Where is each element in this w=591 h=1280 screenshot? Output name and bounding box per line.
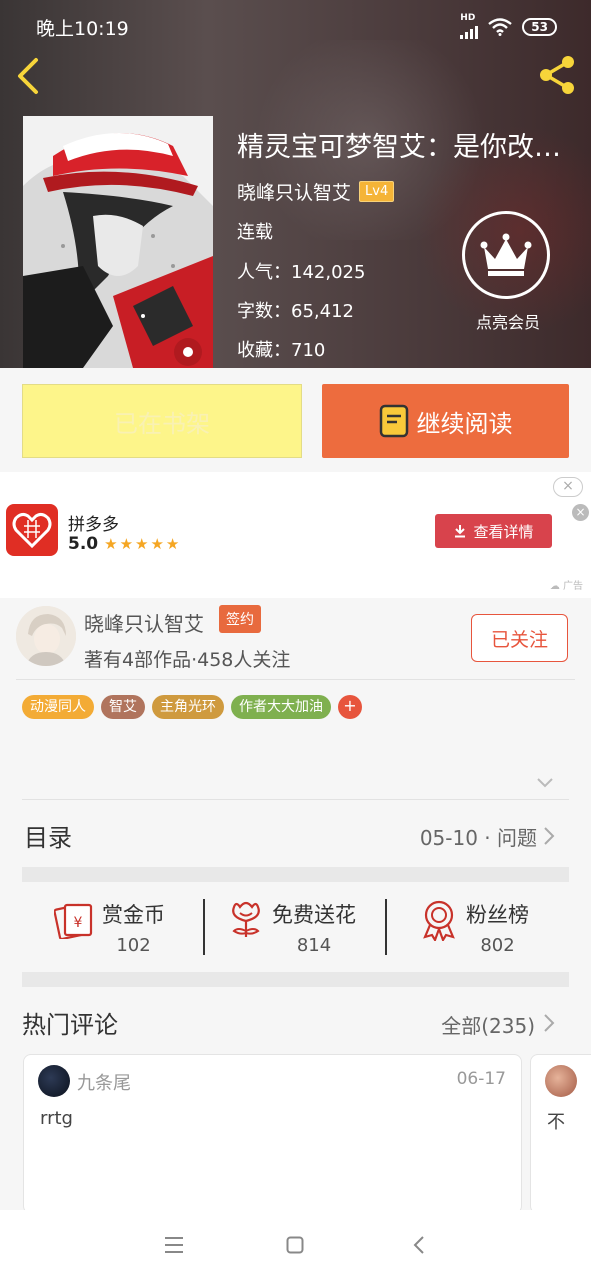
tag-item[interactable]: 作者大大加油 (231, 695, 331, 719)
vip-button[interactable]: 点亮会员 (462, 211, 554, 333)
signed-badge: 签约 (219, 605, 261, 633)
coin-envelope-icon: ¥ (54, 903, 93, 939)
follow-button[interactable]: 已关注 (471, 614, 568, 662)
network-type: HD (460, 13, 476, 23)
system-nav-bar (0, 1210, 591, 1280)
ad-rating: 5.0 ★★★★★ (68, 534, 182, 554)
section-divider (22, 972, 569, 987)
share-icon[interactable] (537, 54, 579, 96)
action-bar: 已在书架 继续阅读 (0, 368, 591, 472)
free-flowers-button[interactable]: 免费送花 814 (228, 899, 356, 956)
wifi-icon (488, 17, 513, 36)
hot-comments-title: 热门评论 (22, 1011, 118, 1039)
download-icon (455, 525, 466, 538)
continue-reading-label: 继续阅读 (416, 409, 513, 438)
continue-reading-button[interactable]: 继续阅读 (322, 384, 569, 458)
book-author[interactable]: 晓峰只认智艾 (237, 178, 351, 205)
stat-label: 赏金币 (102, 903, 165, 927)
tag-item[interactable]: 动漫同人 (22, 695, 94, 719)
star-rating-icon: ★★★★★ (104, 535, 182, 553)
book-header: 晚上10:19 HD 53 精灵宝可梦智艾：是你改变 晓峰只认智艾 Lv4 连载… (0, 0, 591, 368)
section-divider (22, 867, 569, 882)
book-icon (379, 404, 408, 438)
status-bar: 晚上10:19 HD 53 (0, 0, 591, 50)
stat-value: 814 (296, 935, 332, 956)
fan-ranking-button[interactable]: 粉丝榜 802 (420, 899, 529, 956)
ad-details-button[interactable]: 查看详情 (435, 514, 552, 548)
ad-tag: ☁ 广告 (549, 581, 583, 592)
author-level-badge: Lv4 (359, 181, 395, 202)
author-card: 晓峰只认智艾 签约 著有4部作品·458人关注 已关注 (0, 598, 591, 680)
author-stats: 著有4部作品·458人关注 (84, 649, 291, 671)
back-nav-icon[interactable] (412, 1235, 426, 1255)
stat-label: 粉丝榜 (466, 903, 529, 927)
status-icons: HD 53 (460, 14, 557, 39)
all-comments-link[interactable]: 全部(235) (441, 1010, 535, 1039)
catalog-row[interactable]: 目录 05-10 · 问题 (22, 799, 569, 867)
divider (16, 679, 575, 680)
commenter-avatar[interactable] (545, 1065, 577, 1097)
stat-label: 免费送花 (272, 903, 356, 927)
book-words: 字数：65,412 (237, 301, 354, 322)
battery-indicator: 53 (522, 17, 557, 36)
tag-item[interactable]: 主角光环 (152, 695, 224, 719)
book-popularity: 人气：142,025 (237, 262, 366, 283)
comment-card[interactable]: 九条尾 06-17 rrtg (23, 1054, 522, 1214)
tag-item[interactable]: 智艾 (101, 695, 145, 719)
home-icon[interactable] (286, 1236, 304, 1254)
ad-banner[interactable]: × 拼多多 5.0 ★★★★★ 查看详情 × ☁ 广告 (0, 472, 591, 598)
pinduoduo-logo-icon (6, 504, 58, 556)
menu-icon[interactable] (164, 1236, 184, 1254)
author-avatar[interactable] (16, 606, 76, 666)
commenter-name[interactable]: 九条尾 (77, 1069, 131, 1095)
ad-app-name: 拼多多 (68, 515, 119, 535)
author-name[interactable]: 晓峰只认智艾 (84, 608, 204, 637)
tag-list: 动漫同人 智艾 主角光环 作者大大加油 + (22, 695, 362, 719)
book-cover[interactable] (23, 116, 213, 368)
chevron-right-icon[interactable] (543, 1013, 555, 1033)
divider (203, 899, 205, 955)
chevron-right-icon (544, 827, 555, 845)
comment-text: 不 (547, 1112, 565, 1133)
catalog-title: 目录 (24, 824, 72, 852)
add-tag-button[interactable]: + (338, 695, 362, 719)
medal-icon (423, 900, 455, 941)
ad-collapse-button[interactable]: × (553, 477, 583, 497)
chevron-down-icon[interactable] (536, 777, 554, 789)
stat-value: 802 (480, 935, 515, 956)
book-favorites: 收藏：710 (237, 340, 326, 361)
on-shelf-label: 已在书架 (114, 409, 210, 438)
reward-coins-button[interactable]: ¥ 赏金币 102 (54, 899, 165, 956)
vip-label: 点亮会员 (475, 313, 540, 332)
book-title: 精灵宝可梦智艾：是你改变了我 (237, 132, 577, 163)
flower-icon (232, 901, 260, 937)
divider (385, 899, 387, 955)
status-time: 晚上10:19 (36, 18, 129, 40)
comment-text: rrtg (40, 1108, 73, 1129)
book-state: 连载 (237, 222, 273, 243)
crown-icon (462, 211, 550, 299)
signal-icon: HD (460, 13, 479, 39)
stat-value: 102 (116, 935, 151, 956)
ad-close-icon[interactable]: × (572, 504, 589, 521)
latest-chapter: 05-10 · 问题 (419, 826, 537, 850)
commenter-avatar[interactable] (38, 1065, 70, 1097)
book-author-line: 晓峰只认智艾 Lv4 (237, 178, 395, 205)
comment-date: 06-17 (456, 1069, 506, 1089)
interaction-stats: ¥ 赏金币 102 免费送花 814 粉丝榜 802 (22, 883, 569, 971)
svg-text:¥: ¥ (74, 915, 83, 931)
back-icon[interactable] (14, 56, 44, 96)
on-shelf-button[interactable]: 已在书架 (22, 384, 302, 458)
comment-card[interactable]: 不 (530, 1054, 591, 1214)
